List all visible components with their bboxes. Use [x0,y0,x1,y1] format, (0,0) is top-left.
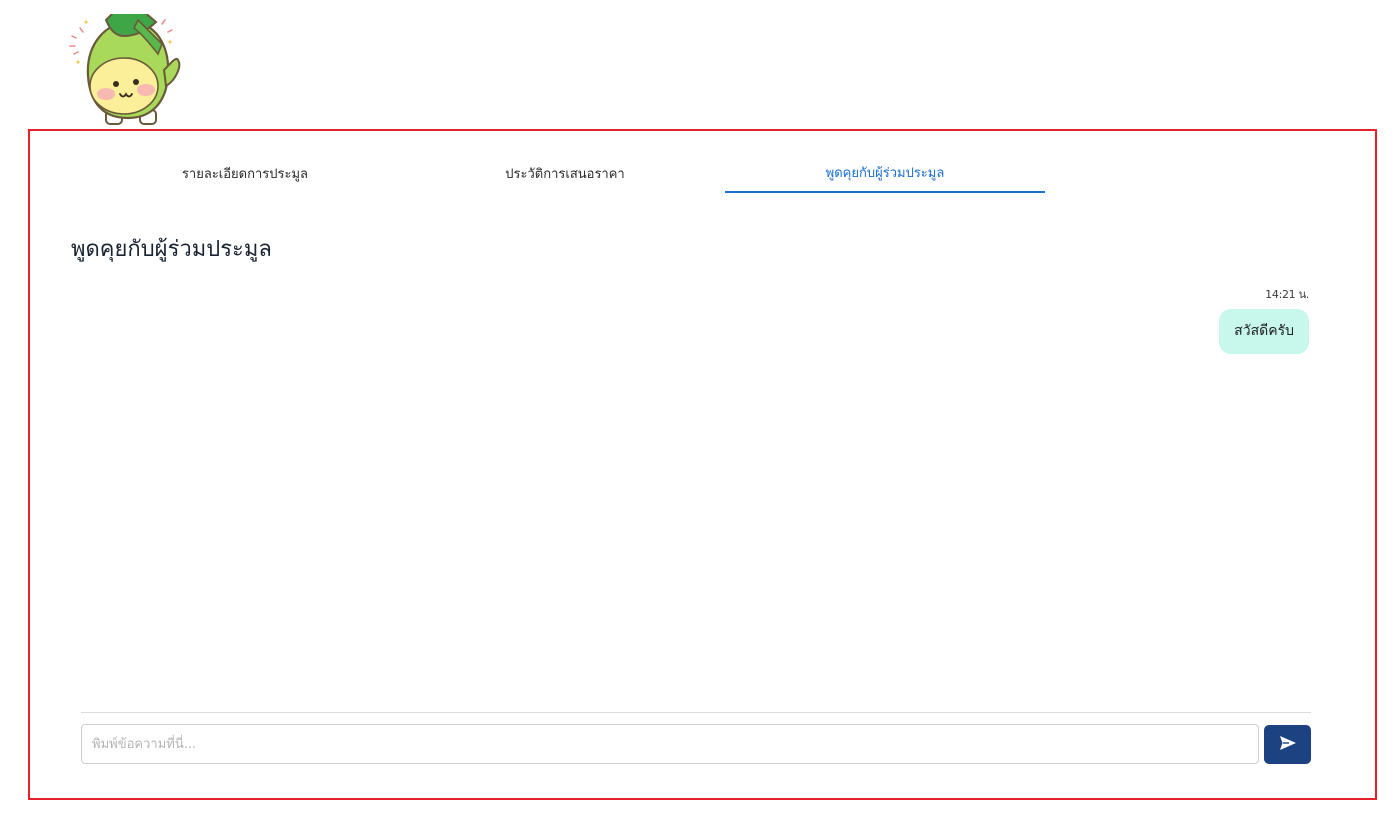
tab-bid-history[interactable]: ประวัติการเสนอราคา [405,153,725,193]
send-icon [1279,736,1296,753]
mascot-logo [66,9,190,130]
auction-panel: รายละเอียดการประมูล ประวัติการเสนอราคา พ… [28,129,1377,800]
message-bubble: สวัสดีครับ [1219,309,1309,354]
chat-title: พูดคุยกับผู้ร่วมประมูล [71,237,272,262]
chat-message: 14:21 น. สวัสดีครับ [1219,285,1309,354]
tab-auction-details[interactable]: รายละเอียดการประมูล [85,153,405,193]
message-timestamp: 14:21 น. [1265,288,1309,301]
composer-divider [81,712,1311,713]
send-button[interactable] [1264,725,1311,764]
tab-chat[interactable]: พูดคุยกับผู้ร่วมประมูล [725,153,1045,193]
tab-bar: รายละเอียดการประมูล ประวัติการเสนอราคา พ… [85,153,1045,195]
message-input[interactable] [81,724,1259,764]
